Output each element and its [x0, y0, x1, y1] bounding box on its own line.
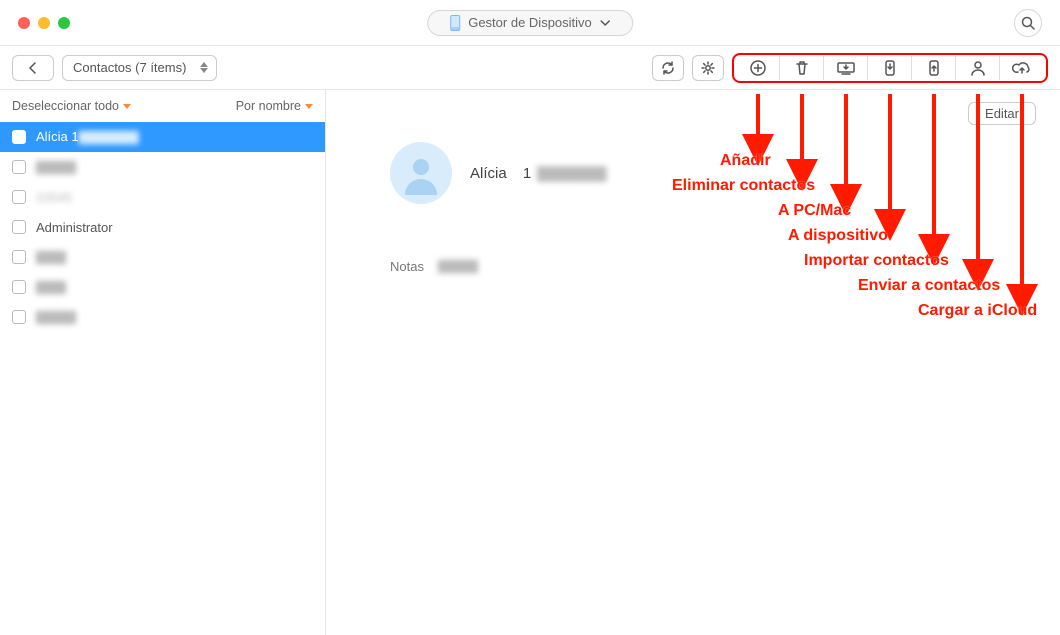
gear-icon: [700, 60, 716, 76]
trash-icon: [793, 59, 811, 77]
chevron-left-icon: [26, 61, 40, 75]
device-icon: [450, 15, 460, 31]
add-contact-button[interactable]: [736, 56, 780, 80]
import-contacts-button[interactable]: [912, 56, 956, 80]
checkbox[interactable]: [12, 250, 26, 264]
dropdown-icon: [305, 104, 313, 109]
checkbox[interactable]: [12, 310, 26, 324]
checkbox[interactable]: [12, 220, 26, 234]
checkbox[interactable]: [12, 280, 26, 294]
contact-row[interactable]: 23545: [0, 182, 325, 212]
close-window-button[interactable]: [18, 17, 30, 29]
breadcrumb-select[interactable]: Contactos (7 ítems): [62, 55, 217, 81]
mode-selector[interactable]: Gestor de Dispositivo: [427, 10, 633, 36]
back-button[interactable]: [12, 55, 54, 81]
sort-by-button[interactable]: Por nombre: [236, 99, 313, 113]
mode-label: Gestor de Dispositivo: [468, 15, 592, 30]
stepper-icon: [200, 62, 208, 73]
contact-name-label: Administrator: [36, 220, 113, 235]
import-icon: [926, 59, 942, 77]
upload-icloud-button[interactable]: [1000, 56, 1044, 80]
contact-row[interactable]: ▇▇▇▇: [0, 152, 325, 182]
search-button[interactable]: [1014, 9, 1042, 37]
notes-row: Notas ▇▇▇▇: [390, 258, 1036, 274]
contact-row[interactable]: Administrator: [0, 212, 325, 242]
search-icon: [1021, 16, 1035, 30]
send-to-contacts-button[interactable]: [956, 56, 1000, 80]
notes-label: Notas: [390, 259, 424, 274]
contact-row[interactable]: ▇▇▇: [0, 242, 325, 272]
checkbox[interactable]: [12, 190, 26, 204]
action-icon-strip: [732, 53, 1048, 83]
contact-name-label: 23545: [36, 190, 72, 205]
contact-name-label: ▇▇▇: [36, 249, 66, 265]
dropdown-icon: [123, 104, 131, 109]
contact-name-label: ▇▇▇: [36, 279, 66, 295]
to-device-icon: [882, 59, 898, 77]
toolbar: Contactos (7 ítems): [0, 46, 1060, 90]
contact-row[interactable]: Alícia 1▇▇▇▇▇▇: [0, 122, 325, 152]
refresh-button[interactable]: [652, 55, 684, 81]
add-icon: [749, 59, 767, 77]
send-contact-icon: [969, 59, 987, 77]
delete-contact-button[interactable]: [780, 56, 824, 80]
contact-name: Alícia 1 ▇▇▇▇▇▇: [470, 164, 606, 182]
minimize-window-button[interactable]: [38, 17, 50, 29]
refresh-icon: [660, 60, 676, 76]
notes-value: ▇▇▇▇: [438, 258, 478, 274]
window-controls: [18, 17, 70, 29]
to-device-button[interactable]: [868, 56, 912, 80]
contacts-sidebar: Deseleccionar todo Por nombre Alícia 1▇▇…: [0, 90, 326, 635]
contact-name-label: ▇▇▇▇: [36, 159, 76, 175]
maximize-window-button[interactable]: [58, 17, 70, 29]
checkbox[interactable]: [12, 130, 26, 144]
to-pc-button[interactable]: [824, 56, 868, 80]
person-icon: [399, 151, 443, 195]
settings-button[interactable]: [692, 55, 724, 81]
to-pc-icon: [836, 60, 856, 76]
icloud-upload-icon: [1012, 60, 1032, 76]
titlebar: Gestor de Dispositivo: [0, 0, 1060, 46]
breadcrumb-label: Contactos (7 ítems): [73, 60, 186, 75]
avatar: [390, 142, 452, 204]
edit-button[interactable]: Editar: [968, 102, 1036, 125]
chevron-down-icon: [600, 18, 610, 28]
contact-row[interactable]: ▇▇▇: [0, 272, 325, 302]
contact-name-label: ▇▇▇▇: [36, 309, 76, 325]
sidebar-sort-row: Deseleccionar todo Por nombre: [0, 90, 325, 122]
deselect-all-button[interactable]: Deseleccionar todo: [12, 99, 131, 113]
contact-name-label: Alícia 1▇▇▇▇▇▇: [36, 129, 139, 145]
contact-row[interactable]: ▇▇▇▇: [0, 302, 325, 332]
checkbox[interactable]: [12, 160, 26, 174]
contact-detail-pane: Editar Alícia 1 ▇▇▇▇▇▇ Notas ▇▇▇▇: [326, 90, 1060, 635]
